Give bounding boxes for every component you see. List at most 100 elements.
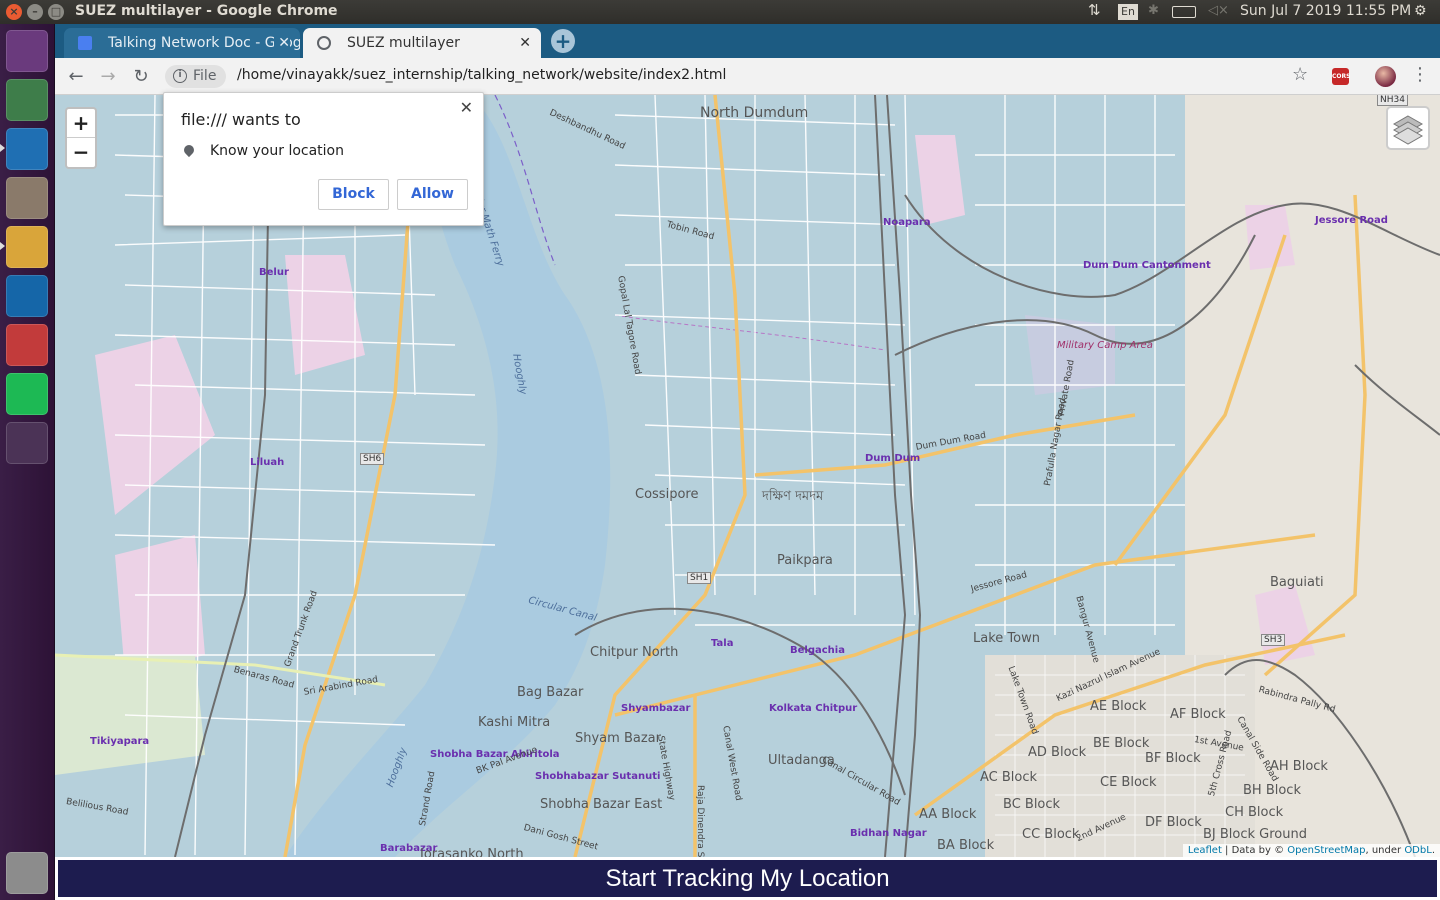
map-place-label: AC Block — [980, 770, 1038, 785]
zoom-out-button[interactable]: − — [67, 138, 95, 167]
url-text[interactable]: /home/vinayakk/suez_internship/talking_n… — [237, 67, 726, 83]
tab-label: SUEZ multilayer — [347, 35, 460, 51]
start-tracking-button[interactable]: Start Tracking My Location — [58, 860, 1437, 897]
spotify-icon[interactable] — [6, 373, 48, 415]
profile-avatar[interactable] — [1375, 66, 1396, 87]
map-place-label: Shyam Bazar — [575, 731, 661, 746]
map-place-label: Kashi Mitra — [478, 715, 551, 730]
map-place-label: CE Block — [1100, 775, 1157, 790]
running-indicator — [0, 242, 5, 250]
leaflet-link[interactable]: Leaflet — [1188, 845, 1222, 856]
map-place-label: BF Block — [1145, 751, 1201, 766]
window-title: SUEZ multilayer - Google Chrome — [75, 3, 338, 19]
tab-label: Talking Network Doc - Google Docs — [108, 35, 300, 51]
site-info-chip[interactable]: i File — [165, 65, 227, 88]
tab-close-icon[interactable]: ✕ — [274, 28, 290, 58]
zoom-control: + − — [65, 107, 97, 169]
map-place-label: Noapara — [883, 217, 931, 228]
ubuntu-top-bar: × – □ SUEZ multilayer - Google Chrome ⇅ … — [0, 0, 1440, 24]
close-icon[interactable]: ✕ — [460, 98, 473, 117]
road-shield: NH34 — [1377, 95, 1408, 106]
map-place-label: Jorasanko North — [420, 847, 524, 857]
files-icon[interactable] — [6, 177, 48, 219]
browser-toolbar: ← → ↻ i File /home/vinayakk/suez_interns… — [55, 58, 1440, 95]
vscode-icon[interactable] — [6, 128, 48, 170]
map-place-label: AE Block — [1090, 699, 1147, 714]
map-place-label: AF Block — [1170, 707, 1226, 722]
info-icon: i — [173, 69, 187, 83]
map-place-label: Shobha Bazar Ahiritola — [430, 749, 560, 760]
chip-label: File — [193, 68, 217, 84]
power-gear-icon[interactable]: ⚙ — [1414, 3, 1427, 19]
map-place-label: Bidhan Nagar — [850, 828, 927, 839]
map-place-label: Chitpur North — [590, 645, 679, 660]
tab-suez-multilayer[interactable]: SUEZ multilayer ✕ — [303, 28, 541, 58]
workspace-switcher-icon[interactable] — [6, 422, 48, 464]
map-place-label: AA Block — [919, 807, 977, 822]
chrome-menu-icon[interactable]: ⋮ — [1411, 64, 1429, 85]
volume-muted-icon[interactable]: ◁× — [1208, 3, 1229, 18]
map-place-label: CH Block — [1225, 805, 1284, 820]
android-studio-icon[interactable] — [6, 79, 48, 121]
osm-link[interactable]: OpenStreetMap — [1287, 845, 1365, 856]
tab-google-docs[interactable]: Talking Network Doc - Google Docs ✕ — [64, 28, 300, 58]
battery-icon[interactable] — [1172, 6, 1196, 18]
map-place-label: দক্ষিণ দমদম — [762, 489, 824, 504]
map-place-label: Cossipore — [635, 487, 699, 502]
cors-extension-icon[interactable]: CORS — [1332, 68, 1350, 85]
clock[interactable]: Sun Jul 7 2019 11:55 PM — [1240, 3, 1411, 19]
spiderweb-icon[interactable] — [6, 324, 48, 366]
map-attribution: Leaflet | Data by © OpenStreetMap, under… — [1182, 844, 1440, 857]
bookmark-star-icon[interactable]: ☆ — [1292, 64, 1308, 85]
map-place-label: Paikpara — [777, 553, 833, 568]
vscode-insiders-icon[interactable] — [6, 275, 48, 317]
block-button[interactable]: Block — [318, 179, 389, 210]
map-place-label: DF Block — [1145, 815, 1202, 830]
map-place-label: Tala — [711, 638, 734, 649]
map-place-label: BJ Block Ground — [1203, 827, 1307, 842]
map-place-label: Kolkata Chitpur — [769, 703, 858, 714]
road-shield: SH1 — [687, 572, 712, 584]
window-close-button[interactable]: × — [6, 4, 22, 20]
attribution-text: | Data by © — [1221, 845, 1288, 856]
odbl-link[interactable]: ODbL — [1404, 845, 1432, 856]
trash-icon[interactable] — [6, 852, 48, 894]
tab-close-icon[interactable]: ✕ — [519, 28, 531, 58]
map-place-label: North Dumdum — [700, 105, 809, 121]
bluetooth-icon[interactable]: ✱ — [1148, 3, 1159, 18]
map-place-label: Tikiyapara — [90, 736, 150, 747]
window-maximize-button[interactable]: □ — [48, 4, 64, 20]
ubuntu-dash-icon[interactable] — [6, 30, 48, 72]
road-shield: SH3 — [1261, 634, 1286, 646]
back-arrow-icon[interactable]: ← — [63, 64, 89, 90]
page-footer: Start Tracking My Location — [55, 857, 1440, 900]
popup-title: file:/// wants to — [181, 110, 301, 129]
map-place-label: Liluah — [250, 457, 285, 468]
keyboard-language-indicator[interactable]: En — [1118, 4, 1138, 20]
permission-text: Know your location — [210, 143, 344, 159]
map-place-label: Dum Dum Cantonment — [1083, 260, 1211, 271]
running-indicator — [0, 144, 5, 152]
map-place-label: Jessore Road — [1315, 215, 1388, 226]
forward-arrow-icon[interactable]: → — [95, 64, 121, 90]
attribution-text: , under — [1365, 845, 1405, 856]
zoom-in-button[interactable]: + — [67, 109, 95, 138]
chrome-icon[interactable] — [6, 226, 48, 268]
address-bar[interactable]: i File /home/vinayakk/suez_internship/ta… — [163, 62, 1333, 91]
network-arrows-icon[interactable]: ⇅ — [1088, 1, 1101, 19]
allow-button[interactable]: Allow — [397, 179, 468, 210]
map-place-label: BE Block — [1093, 736, 1150, 751]
map-place-label: Baguiati — [1270, 575, 1324, 590]
reload-icon[interactable]: ↻ — [128, 64, 154, 90]
map-place-label: Belgachia — [790, 645, 845, 656]
layers-control-button[interactable] — [1386, 106, 1430, 150]
map-place-label: CC Block — [1022, 827, 1080, 842]
map-place-label: Shobhabazar Sutanuti — [535, 771, 661, 782]
map-place-label: AH Block — [1270, 759, 1328, 774]
ubuntu-launcher — [0, 24, 55, 900]
window-minimize-button[interactable]: – — [27, 4, 43, 20]
map-place-label: Lake Town — [973, 631, 1040, 646]
docs-icon — [78, 36, 92, 50]
map-place-label: BH Block — [1243, 783, 1301, 798]
new-tab-button[interactable]: + — [551, 29, 575, 53]
